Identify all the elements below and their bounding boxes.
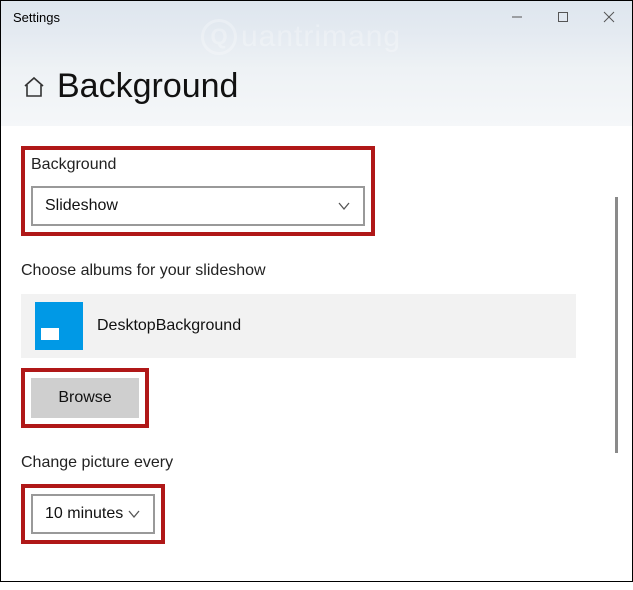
background-label: Background: [31, 156, 365, 174]
albums-section: Choose albums for your slideshow Desktop…: [21, 262, 612, 428]
minimize-button[interactable]: [494, 1, 540, 33]
chevron-down-icon: [337, 199, 351, 213]
album-name: DesktopBackground: [97, 317, 241, 335]
window-controls: [494, 1, 632, 33]
background-section: Background Slideshow: [21, 146, 612, 236]
background-dropdown[interactable]: Slideshow: [31, 186, 365, 226]
content: Background Slideshow Choose albums for y…: [1, 126, 632, 590]
close-button[interactable]: [586, 1, 632, 33]
background-highlight: Background Slideshow: [21, 146, 375, 236]
album-item[interactable]: DesktopBackground: [21, 294, 576, 358]
titlebar: Settings: [1, 1, 632, 33]
albums-label: Choose albums for your slideshow: [21, 262, 612, 280]
page-title-row: Background: [1, 33, 632, 106]
album-thumb-icon: [35, 302, 83, 350]
browse-highlight: Browse: [21, 368, 149, 428]
page-title: Background: [57, 67, 238, 106]
header-region: Settings Q uantrimang Background: [1, 1, 632, 126]
maximize-button[interactable]: [540, 1, 586, 33]
change-every-value: 10 minutes: [45, 505, 123, 523]
chevron-down-icon: [127, 507, 141, 521]
change-every-section: Change picture every 10 minutes: [21, 454, 612, 544]
home-icon[interactable]: [21, 74, 47, 100]
scrollbar[interactable]: [615, 197, 618, 453]
change-every-label: Change picture every: [21, 454, 612, 472]
change-every-highlight: 10 minutes: [21, 484, 165, 544]
background-dropdown-value: Slideshow: [45, 197, 118, 215]
change-every-dropdown[interactable]: 10 minutes: [31, 494, 155, 534]
browse-button[interactable]: Browse: [31, 378, 139, 418]
